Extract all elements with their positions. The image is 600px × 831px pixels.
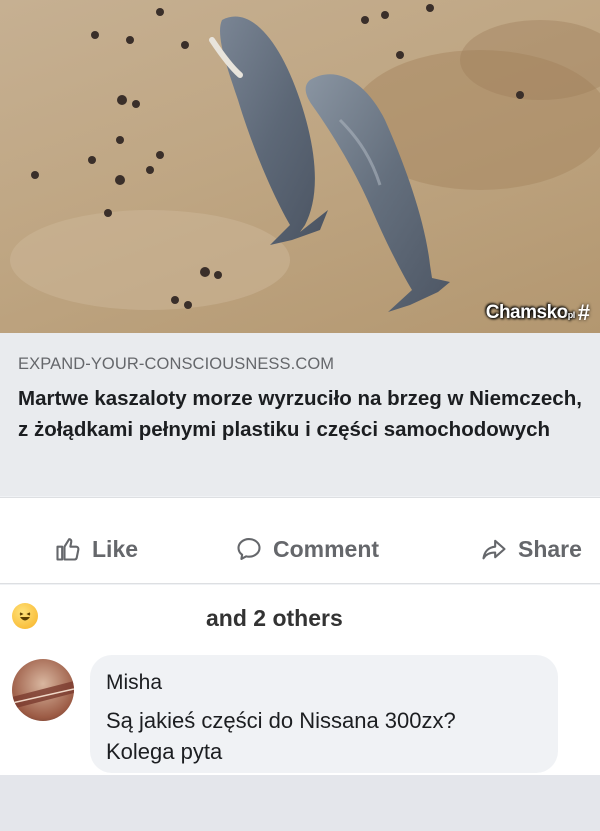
link-domain: EXPAND-YOUR-CONSCIOUSNESS.COM xyxy=(18,355,335,373)
comment-text: Są jakieś części do Nissana 300zx? Koleg… xyxy=(106,705,558,767)
footer-area xyxy=(0,775,600,831)
beached-whales-image xyxy=(10,4,600,312)
post-photo[interactable]: Chamskopl # xyxy=(0,0,600,333)
comment-label: Comment xyxy=(273,535,380,562)
link-preview[interactable]: EXPAND-YOUR-CONSCIOUSNESS.COM Martwe kas… xyxy=(0,333,600,496)
post-actions-bar: Like Comment Share xyxy=(0,497,600,584)
comment-line: Są jakieś części do Nissana 300zx? xyxy=(106,708,456,733)
comment-bubble-icon xyxy=(237,538,261,560)
thumbs-up-icon xyxy=(56,538,80,561)
comment-bubble: Misha Są jakieś części do Nissana 300zx?… xyxy=(90,655,558,773)
like-label: Like xyxy=(92,535,139,562)
share-label: Share xyxy=(518,535,582,562)
watermark: Chamskopl # xyxy=(486,300,590,326)
comment-button[interactable]: Comment xyxy=(235,535,379,563)
like-button[interactable]: Like xyxy=(54,535,138,563)
comment-section: Misha Są jakieś części do Nissana 300zx?… xyxy=(0,647,600,775)
comment-author[interactable]: Misha xyxy=(106,671,558,695)
reactions-summary[interactable]: and 2 others xyxy=(0,585,600,647)
reactions-count[interactable]: and 2 others xyxy=(206,605,343,632)
share-button[interactable]: Share xyxy=(480,535,582,563)
watermark-brand: Chamskopl xyxy=(485,302,576,323)
link-headline: Martwe kaszaloty morze wyrzuciło na brze… xyxy=(18,387,582,441)
comment-line: Kolega pyta xyxy=(106,739,223,764)
haha-emoji-icon xyxy=(12,603,38,629)
hash-icon: # xyxy=(577,300,590,325)
avatar[interactable] xyxy=(12,659,74,721)
share-arrow-icon xyxy=(482,539,506,560)
